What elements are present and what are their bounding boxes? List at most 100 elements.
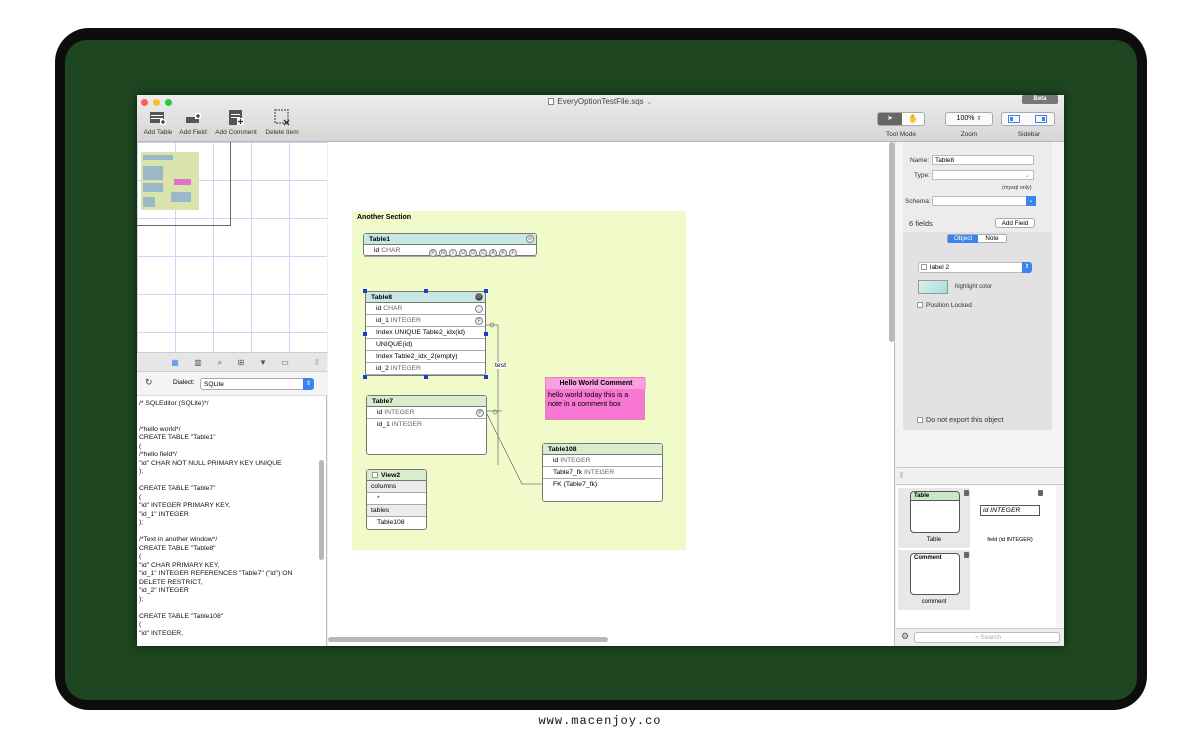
add-table-button[interactable]: Add Table [141, 108, 175, 136]
field-type: INTEGER [584, 469, 615, 476]
table-row[interactable]: Index Table2_idx_2(empty) [366, 351, 485, 363]
option-icon: D [469, 249, 477, 257]
sql-line: "id" INTEGER PRIMARY KEY, [139, 502, 231, 509]
sql-line: /*hello world*/ [139, 425, 181, 433]
add-field-button[interactable]: Add Field [177, 108, 209, 136]
do-not-export-checkbox[interactable]: Do not export this object [917, 415, 1004, 424]
table7[interactable]: Table7 id INTEGER P id_1 INTEGER [366, 395, 487, 455]
tab-object[interactable]: Object [948, 235, 978, 243]
view-row[interactable]: * [367, 493, 426, 505]
table-row[interactable]: id INTEGER P [367, 407, 486, 419]
table-settings-icon[interactable]: ⊙ [475, 293, 483, 301]
table-row[interactable]: UNIQUE(id) [366, 339, 485, 351]
minimap-viewport[interactable] [137, 142, 231, 226]
sql-line: ); [139, 468, 144, 475]
view-row[interactable]: Table108 [367, 517, 426, 529]
view-icon [372, 472, 378, 478]
selection-handle[interactable] [484, 289, 488, 293]
table8[interactable]: Table8 id CHAR id_1 INTEGER F Index UNIQU… [365, 291, 486, 376]
table-settings-icon[interactable]: ⊙ [526, 235, 534, 243]
library-item-table[interactable]: Table Table [898, 488, 970, 548]
label-select[interactable]: label 2 ⇕ [918, 262, 1032, 273]
table-row[interactable]: id CHAR [366, 303, 485, 315]
gear-icon[interactable]: ⚙ [901, 631, 909, 642]
add-comment-button[interactable]: Add Comment [212, 108, 260, 136]
hierarchy-icon[interactable]: ⊞ [236, 358, 246, 367]
view2[interactable]: View2 columns * tables Table108 [366, 469, 427, 530]
comment-icon[interactable]: ▭ [280, 358, 290, 367]
sql-line: CREATE TABLE "Table108" [139, 612, 224, 620]
table-row[interactable]: Table7_fk INTEGER [543, 467, 662, 479]
bookmark-icon[interactable]: ▼ [258, 358, 268, 367]
stepper-icon: ⇕ [976, 116, 982, 122]
highlight-color-well[interactable] [918, 280, 948, 294]
sql-line [139, 409, 317, 418]
chevron-down-icon: ⌄ [1026, 196, 1036, 206]
search-icon[interactable]: ⌕ [215, 358, 225, 367]
table1[interactable]: Table1 id CHAR PNIUDCAKF ⊙ [363, 233, 537, 257]
refresh-icon[interactable]: ↻ [145, 377, 153, 388]
field-options-icons: PNIUDCAKF [429, 247, 517, 259]
table-row[interactable]: Index UNIQUE Table2_idx(id) [366, 327, 485, 339]
selection-handle[interactable] [484, 375, 488, 379]
tab-note[interactable]: Note [978, 235, 1006, 243]
canvas-horizontal-scrollbar[interactable] [328, 637, 608, 642]
schema-select[interactable]: ⌄ [932, 196, 1036, 206]
library-divider[interactable]: ⦀ [896, 467, 1064, 485]
library-item-comment[interactable]: Comment comment [898, 550, 970, 610]
selection-handle[interactable] [363, 375, 367, 379]
name-input[interactable]: Table8 [932, 155, 1034, 165]
delete-item-button[interactable]: Delete Item [262, 108, 302, 136]
diagram-section[interactable]: Another Section test Table1 id CHAR PNIU… [352, 211, 686, 550]
resize-handle-icon[interactable]: ⦀ [312, 358, 322, 367]
dialect-select[interactable]: SQLite ⇕ [200, 378, 314, 390]
table-header: Table1 [364, 234, 536, 245]
sql-line: /*Text in another window*/ [139, 536, 218, 543]
canvas-vertical-scrollbar[interactable] [889, 142, 894, 342]
option-icon: U [459, 249, 467, 257]
table-row[interactable]: id_2 INTEGER [366, 363, 485, 375]
selection-handle[interactable] [363, 289, 367, 293]
sidebar-toggle [1001, 112, 1055, 126]
position-locked-checkbox[interactable]: Position Locked [917, 302, 972, 309]
table-row[interactable]: id_1 INTEGER F [366, 315, 485, 327]
field-type: CHAR [381, 247, 401, 254]
table-row[interactable]: id INTEGER [543, 455, 662, 467]
type-select[interactable]: ⌄ [932, 170, 1034, 180]
resize-handle-icon[interactable]: ⦀ [900, 471, 904, 481]
table108[interactable]: Table108 id INTEGER Table7_fk INTEGER FK… [542, 443, 663, 502]
sql-line [139, 417, 317, 426]
sql-line: CREATE TABLE "Table1" [139, 434, 216, 441]
selection-handle[interactable] [424, 289, 428, 293]
document-icon [548, 98, 555, 105]
selection-handle[interactable] [484, 332, 488, 336]
pointer-tool-icon[interactable]: ➤ [878, 113, 902, 125]
sql-scrollbar[interactable] [319, 460, 324, 560]
columns-view-icon[interactable]: ▥ [193, 358, 203, 367]
toolbar: EveryOptionTestFile.sqs ⌄ Beta Add Table… [137, 95, 1064, 142]
search-input[interactable]: ⌕ Search [914, 632, 1060, 643]
zoom-label: Zoom [960, 131, 978, 138]
add-field-inspector-button[interactable]: Add Field [995, 218, 1035, 228]
minimap[interactable] [137, 142, 327, 352]
table-row[interactable]: FK (Table7_fk) [543, 479, 662, 491]
selection-handle[interactable] [363, 332, 367, 336]
diagram-canvas[interactable]: Another Section test Table1 id CHAR PNIU… [328, 142, 895, 646]
selection-handle[interactable] [424, 375, 428, 379]
sql-output[interactable]: /* SQLEditor (SQLite)*/ /*hello world*/C… [139, 400, 317, 640]
hand-tool-icon[interactable]: ✋ [902, 113, 924, 125]
table-row[interactable]: id CHAR PNIUDCAKF [364, 245, 536, 257]
name-value: Table8 [935, 157, 955, 164]
comment-box[interactable]: Hello World Comment hello world today th… [545, 377, 646, 420]
zoom-stepper[interactable]: 100% ⇕ [945, 112, 993, 126]
left-sidebar-icon[interactable] [1008, 115, 1020, 123]
sql-line: ( [139, 621, 142, 628]
view-row-label: Table108 [377, 519, 405, 526]
right-sidebar-icon[interactable] [1035, 115, 1047, 123]
search-icon: ⌕ [974, 634, 979, 641]
sql-view-icon[interactable]: ▦ [170, 358, 180, 367]
dialect-value: SQLite [204, 381, 224, 388]
table-row[interactable]: id_1 INTEGER [367, 419, 486, 431]
chevron-down-icon: ⇕ [1022, 262, 1032, 273]
library-item-field[interactable]: id INTEGER field (id INTEGER) [974, 488, 1046, 548]
